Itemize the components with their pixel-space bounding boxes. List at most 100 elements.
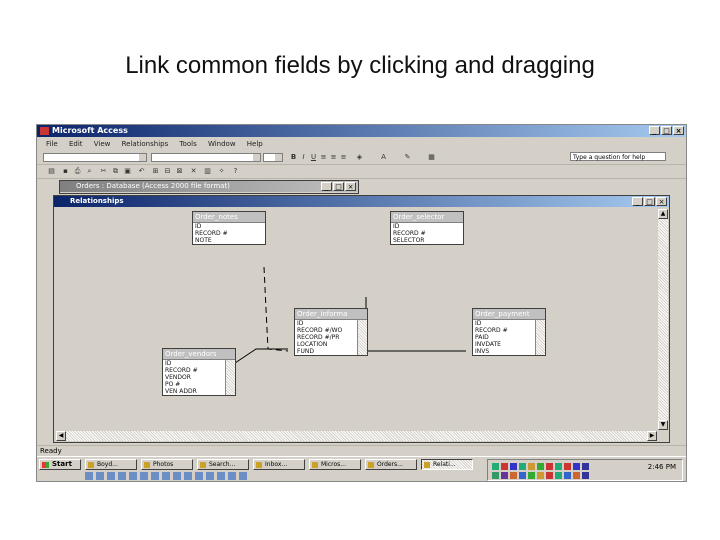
tray-icon[interactable] xyxy=(528,472,535,479)
tray-icon[interactable] xyxy=(492,472,499,479)
quick-launch-icon[interactable] xyxy=(184,472,192,480)
quick-launch-icon[interactable] xyxy=(217,472,225,480)
rel-maximize-icon[interactable]: □ xyxy=(644,197,655,206)
help-icon[interactable]: ? xyxy=(231,167,240,176)
menu-relationships[interactable]: Relationships xyxy=(122,140,169,148)
scroll-down-icon[interactable]: ▼ xyxy=(658,420,668,430)
table-order-selector[interactable]: Order_selector ID RECORD # SELECTOR xyxy=(390,211,464,245)
show-all-icon[interactable]: ⊠ xyxy=(175,167,184,176)
menu-window[interactable]: Window xyxy=(208,140,236,148)
view-icon[interactable]: ▤ xyxy=(47,167,56,176)
close-icon[interactable]: × xyxy=(673,126,684,135)
relationships-canvas[interactable]: Order_notes ID RECORD # NOTE Order_selec… xyxy=(56,209,657,430)
table-title[interactable]: Order_vendors xyxy=(163,349,235,360)
field-row[interactable]: ID xyxy=(391,223,463,230)
quick-launch-icon[interactable] xyxy=(195,472,203,480)
menu-tools[interactable]: Tools xyxy=(179,140,196,148)
quick-launch-icon[interactable] xyxy=(173,472,181,480)
table-order-notes[interactable]: Order_notes ID RECORD # NOTE xyxy=(192,211,266,245)
db-close-icon[interactable]: × xyxy=(345,182,356,191)
align-center-icon[interactable]: ≡ xyxy=(329,153,338,162)
field-scrollbar[interactable] xyxy=(535,320,545,355)
save-icon[interactable]: ▪ xyxy=(61,167,70,176)
table-order-vendors[interactable]: Order_vendors ID RECORD # VENDOR PO # VE… xyxy=(162,348,236,396)
db-maximize-icon[interactable]: □ xyxy=(333,182,344,191)
tray-icon[interactable] xyxy=(501,463,508,470)
print-icon[interactable]: ⎙ xyxy=(73,167,82,176)
taskbar-button[interactable]: Boyd... xyxy=(85,459,137,470)
quick-launch-icon[interactable] xyxy=(206,472,214,480)
tray-clock[interactable]: 2:46 PM xyxy=(648,463,676,471)
quick-launch-icon[interactable] xyxy=(228,472,236,480)
tray-icon[interactable] xyxy=(582,463,589,470)
taskbar-button-active[interactable]: Relati... xyxy=(421,459,473,470)
vertical-scrollbar[interactable]: ▲ ▼ xyxy=(658,209,668,430)
database-window-icon[interactable]: ▥ xyxy=(203,167,212,176)
taskbar-button[interactable]: Inbox... xyxy=(253,459,305,470)
menu-view[interactable]: View xyxy=(94,140,111,148)
field-row[interactable]: RECORD # xyxy=(193,230,265,237)
taskbar-button[interactable]: Orders... xyxy=(365,459,417,470)
tray-icon[interactable] xyxy=(519,472,526,479)
tray-icon[interactable] xyxy=(546,463,553,470)
quick-launch-icon[interactable] xyxy=(85,472,93,480)
rel-minimize-icon[interactable]: _ xyxy=(632,197,643,206)
quick-launch-icon[interactable] xyxy=(140,472,148,480)
bold-icon[interactable]: B xyxy=(289,153,298,162)
tray-icon[interactable] xyxy=(555,463,562,470)
font-color-icon[interactable]: A xyxy=(379,153,388,162)
taskbar-button[interactable]: Search... xyxy=(197,459,249,470)
tray-icon[interactable] xyxy=(510,463,517,470)
quick-launch-icon[interactable] xyxy=(151,472,159,480)
size-combo[interactable] xyxy=(263,153,283,162)
tray-icon[interactable] xyxy=(528,463,535,470)
underline-icon[interactable]: U xyxy=(309,153,318,162)
field-scrollbar[interactable] xyxy=(225,360,235,395)
paste-icon[interactable]: ▣ xyxy=(123,167,132,176)
tray-icon[interactable] xyxy=(546,472,553,479)
tray-icon[interactable] xyxy=(582,472,589,479)
quick-launch-icon[interactable] xyxy=(96,472,104,480)
maximize-icon[interactable]: □ xyxy=(661,126,672,135)
quick-launch-icon[interactable] xyxy=(129,472,137,480)
tray-icon[interactable] xyxy=(573,463,580,470)
quick-launch-icon[interactable] xyxy=(162,472,170,480)
cut-icon[interactable]: ✂ xyxy=(99,167,108,176)
menu-file[interactable]: File xyxy=(46,140,58,148)
menu-edit[interactable]: Edit xyxy=(69,140,83,148)
align-left-icon[interactable]: ≡ xyxy=(319,153,328,162)
field-row[interactable]: NOTE xyxy=(193,237,265,244)
scroll-right-icon[interactable]: ▶ xyxy=(647,431,657,441)
tray-icon[interactable] xyxy=(537,472,544,479)
align-right-icon[interactable]: ≡ xyxy=(339,153,348,162)
tray-icon[interactable] xyxy=(573,472,580,479)
show-table-icon[interactable]: ⊞ xyxy=(151,167,160,176)
delete-icon[interactable]: ✕ xyxy=(189,167,198,176)
line-color-icon[interactable]: ✎ xyxy=(403,153,412,162)
minimize-icon[interactable]: _ xyxy=(649,126,660,135)
tray-icon[interactable] xyxy=(537,463,544,470)
tray-icon[interactable] xyxy=(555,472,562,479)
tray-icon[interactable] xyxy=(564,463,571,470)
border-icon[interactable]: ▦ xyxy=(427,153,436,162)
italic-icon[interactable]: I xyxy=(299,153,308,162)
field-row[interactable]: RECORD # xyxy=(391,230,463,237)
rel-close-icon[interactable]: × xyxy=(656,197,667,206)
quick-launch-icon[interactable] xyxy=(239,472,247,480)
field-row[interactable]: ID xyxy=(193,223,265,230)
new-object-icon[interactable]: ✧ xyxy=(217,167,226,176)
start-button[interactable]: Start xyxy=(39,459,81,470)
field-row[interactable]: SELECTOR xyxy=(391,237,463,244)
quick-launch-icon[interactable] xyxy=(118,472,126,480)
horizontal-scrollbar[interactable]: ◀ ▶ xyxy=(56,431,657,441)
copy-icon[interactable]: ⧉ xyxy=(111,167,120,176)
fill-color-icon[interactable]: ◈ xyxy=(355,153,364,162)
table-order-payment[interactable]: Order_payment ID RECORD # PAID INVDATE I… xyxy=(472,308,546,356)
table-title[interactable]: Order_selector xyxy=(391,212,463,223)
taskbar-button[interactable]: Micros... xyxy=(309,459,361,470)
quick-launch-icon[interactable] xyxy=(107,472,115,480)
scroll-left-icon[interactable]: ◀ xyxy=(56,431,66,441)
tray-icon[interactable] xyxy=(510,472,517,479)
taskbar-button[interactable]: Photos xyxy=(141,459,193,470)
table-title[interactable]: Order_notes xyxy=(193,212,265,223)
